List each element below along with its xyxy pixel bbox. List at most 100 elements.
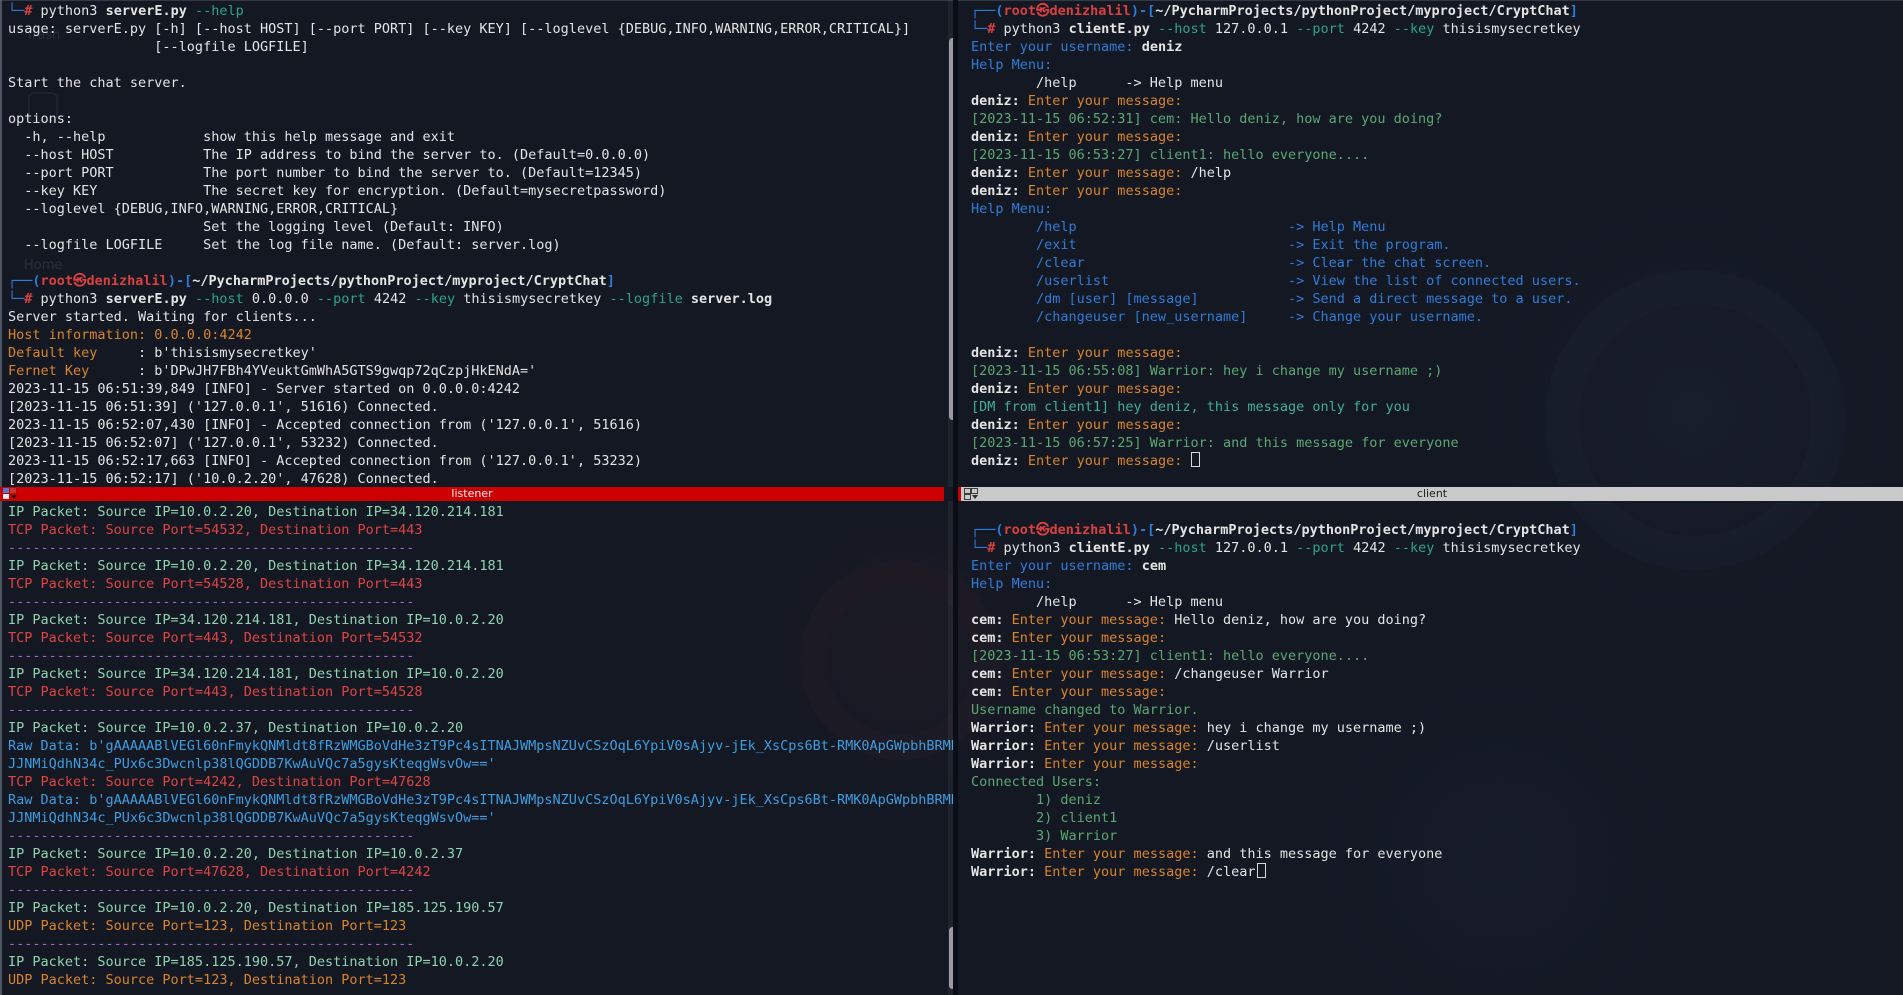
client-deniz-terminal[interactable]: ┌──(root㉿denizhalil)-[~/PycharmProjects/… — [957, 0, 1903, 487]
text-segment: Enter your message: — [1028, 417, 1191, 433]
terminal-line: ----------------------------------------… — [8, 827, 957, 845]
terminal-line: TCP Packet: Source Port=4242, Destinatio… — [8, 773, 957, 791]
text-segment: /dm [user] [message] -> Send a direct me… — [971, 291, 1572, 307]
terminal-line: Warrior: Enter your message: — [971, 755, 1903, 773]
client-pane-titlebar[interactable]: client — [957, 487, 1903, 501]
pane-splitter[interactable] — [953, 0, 958, 995]
text-segment: root㉿denizhalil — [41, 273, 168, 289]
terminal-line: usage: serverE.py [-h] [--host HOST] [--… — [8, 20, 957, 38]
terminal-line: [2023-11-15 06:53:27] client1: hello eve… — [971, 647, 1903, 665]
text-segment: --port — [1288, 21, 1345, 37]
text-segment: [2023-11-15 06:52:31] cem: Hello deniz, … — [971, 111, 1442, 127]
text-segment: --logfile LOGFILE Set the log file name.… — [8, 237, 561, 253]
text-segment: Raw Data: b'gAAAAABlVEGl60nFmykQNMldt8fR… — [8, 738, 957, 754]
text-segment: /changeuser Warrior — [1174, 666, 1328, 682]
terminal-line: Raw Data: b'gAAAAABlVEGl60nFmykQNMldt8fR… — [8, 791, 957, 809]
text-segment: JJNMiQdhN34c_PUx6c3Dwcnlp38lQGDDB7KwAuVQ… — [8, 810, 496, 826]
terminal-line: Set the logging level (Default: INFO) — [8, 218, 957, 236]
text-segment: Enter your message: — [1012, 630, 1175, 646]
text-segment: Help Menu: — [971, 576, 1052, 592]
terminal-group-icon[interactable] — [3, 488, 18, 500]
text-segment: UDP Packet: Source Port=123, Destination… — [8, 972, 406, 988]
terminal-line: Raw Data: b'gAAAAABlVEGl60nFmykQNMldt8fR… — [8, 737, 957, 755]
terminal-line: 3) Warrior — [971, 827, 1903, 845]
text-segment: Enter your message: — [1028, 381, 1191, 397]
text-segment: 2023-11-15 06:52:07,430 [INFO] - Accepte… — [8, 417, 642, 433]
server-terminal[interactable]: └─# python3 serverE.py --helpusage: serv… — [0, 0, 957, 487]
text-segment: deniz: — [971, 453, 1028, 469]
text-segment: --logfile — [601, 291, 682, 307]
terminal-line: ----------------------------------------… — [8, 881, 957, 899]
text-segment: --key — [1386, 540, 1435, 556]
terminal-line: [2023-11-15 06:55:08] Warrior: hey i cha… — [971, 362, 1903, 380]
text-segment: usage: serverE.py [-h] [--host HOST] [--… — [8, 21, 910, 37]
text-segment: --port PORT The port number to bind the … — [8, 165, 642, 181]
terminal-line: /userlist -> View the list of connected … — [971, 272, 1903, 290]
text-segment: thisismysecretkey — [1434, 540, 1580, 556]
listener-pane-titlebar[interactable]: listener — [0, 487, 944, 501]
text-segment: [DM from client1] hey deniz, this messag… — [971, 399, 1410, 415]
text-segment: -h, --help show this help message and ex… — [8, 129, 455, 145]
terminal-line: Warrior: Enter your message: hey i chang… — [971, 719, 1903, 737]
terminal-line: /help -> Help menu — [971, 74, 1903, 92]
text-segment: ----------------------------------------… — [8, 648, 414, 664]
terminal-line: ----------------------------------------… — [8, 539, 957, 557]
text-segment: : b'thisismysecretkey' — [138, 345, 317, 361]
text-segment: └─ — [971, 540, 987, 556]
listener-terminal[interactable]: IP Packet: Source IP=10.0.2.20, Destinat… — [0, 501, 957, 995]
text-segment: └─ — [8, 3, 24, 19]
text-segment: ┌──( — [8, 273, 41, 289]
terminal-line: ----------------------------------------… — [8, 701, 957, 719]
terminal-line: Default key : b'thisismysecretkey' — [8, 344, 957, 362]
terminal-line: TCP Packet: Source Port=443, Destination… — [8, 629, 957, 647]
text-segment: Raw Data: b'gAAAAABlVEGl60nFmykQNMldt8fR… — [8, 792, 957, 808]
text-segment: deniz — [1142, 39, 1183, 55]
text-segment: [2023-11-15 06:53:27] client1: hello eve… — [971, 147, 1369, 163]
terminal-line: ----------------------------------------… — [8, 647, 957, 665]
terminal-line: cem: Enter your message: /changeuser War… — [971, 665, 1903, 683]
terminal-line: 2023-11-15 06:52:07,430 [INFO] - Accepte… — [8, 416, 957, 434]
text-segment: IP Packet: Source IP=10.0.2.37, Destinat… — [8, 720, 463, 736]
text-segment: root㉿denizhalil — [1004, 522, 1131, 538]
text-segment: and this message for everyone — [1207, 846, 1443, 862]
text-segment: Enter your message: — [1012, 666, 1175, 682]
text-segment: 4242 — [1345, 540, 1386, 556]
terminal-group-icon[interactable] — [964, 488, 979, 500]
terminal-line: IP Packet: Source IP=34.120.214.181, Des… — [8, 665, 957, 683]
text-segment: Enter your message: — [1028, 345, 1191, 361]
terminal-line — [971, 503, 1903, 521]
text-segment: /help -> Help menu — [971, 75, 1223, 91]
terminal-line — [8, 56, 957, 74]
text-segment: TCP Packet: Source Port=54528, Destinati… — [8, 576, 423, 592]
text-segment: UDP Packet: Source Port=123, Destination… — [8, 918, 406, 934]
text-segment: [2023-11-15 06:52:17] ('10.0.2.20', 4762… — [8, 471, 439, 487]
terminal-line: Help Menu: — [971, 56, 1903, 74]
text-segment: Help Menu: — [971, 57, 1052, 73]
terminal-line: TCP Packet: Source Port=443, Destination… — [8, 683, 957, 701]
text-segment: thisismysecretkey — [1434, 21, 1580, 37]
text-segment: 2023-11-15 06:51:39,849 [INFO] - Server … — [8, 381, 520, 397]
text-segment: Username changed to Warrior. — [971, 702, 1199, 718]
text-segment: Warrior: — [971, 864, 1044, 880]
text-segment: clientE.py — [1069, 21, 1150, 37]
terminal-line: cem: Enter your message: — [971, 683, 1903, 701]
terminal-line: IP Packet: Source IP=10.0.2.20, Destinat… — [8, 845, 957, 863]
terminal-line: [2023-11-15 06:52:17] ('10.0.2.20', 4762… — [8, 470, 957, 487]
text-segment: cem: — [971, 630, 1012, 646]
terminal-line — [8, 92, 957, 110]
text-segment: python3 — [995, 540, 1068, 556]
text-segment: --key — [1386, 21, 1435, 37]
terminal-line: cem: Enter your message: — [971, 629, 1903, 647]
text-segment: deniz: — [971, 93, 1028, 109]
text-segment: --host — [187, 291, 244, 307]
terminator-window: Trash Home └─# python3 serverE.py --help… — [0, 0, 1903, 995]
text-segment: Enter your message: — [1028, 165, 1191, 181]
terminal-line: deniz: Enter your message: — [971, 452, 1903, 470]
terminal-line: Enter your username: cem — [971, 557, 1903, 575]
terminal-line: deniz: Enter your message: — [971, 416, 1903, 434]
text-segment: Enter your message: — [1044, 864, 1207, 880]
client-cem-terminal[interactable]: ┌──(root㉿denizhalil)-[~/PycharmProjects/… — [957, 501, 1903, 995]
terminal-line: IP Packet: Source IP=10.0.2.20, Destinat… — [8, 557, 957, 575]
text-segment: 127.0.0.1 — [1207, 540, 1288, 556]
terminal-line: JJNMiQdhN34c_PUx6c3Dwcnlp38lQGDDB7KwAuVQ… — [8, 755, 957, 773]
